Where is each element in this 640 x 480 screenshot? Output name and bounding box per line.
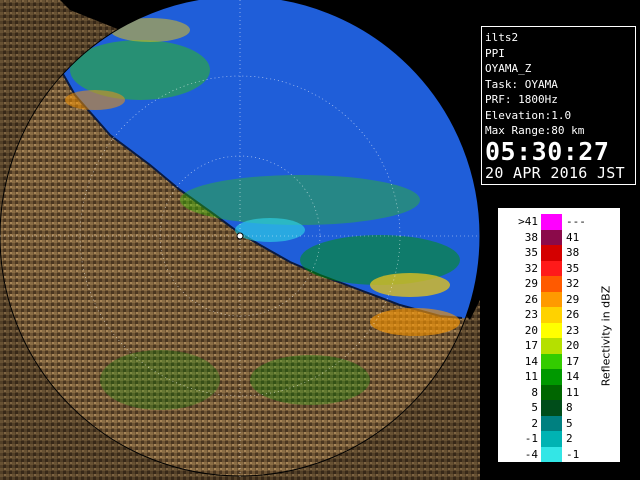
- scan-time: 05:30:27: [485, 136, 610, 166]
- legend-high-label: 35: [566, 261, 580, 275]
- legend-swatch: [541, 229, 562, 245]
- reflectivity-legend: >41 --- 38 41 35 38 32 35 29 32 26 29 23 26 20 23 17 20 14…: [497, 207, 621, 463]
- legend-swatch: [541, 353, 562, 369]
- product-name: ilts2: [485, 31, 519, 44]
- legend-low-label: 8: [531, 385, 538, 399]
- legend-low-label: -4: [524, 447, 538, 461]
- legend-row: >41 ---: [498, 214, 622, 230]
- legend-high-label: 41: [566, 230, 580, 244]
- legend-row: 58: [498, 400, 622, 416]
- legend-high-label: 11: [566, 385, 580, 399]
- scan-type: PPI: [485, 46, 505, 60]
- task-name: Task: OYAMA: [485, 77, 558, 91]
- legend-swatch: [541, 369, 562, 385]
- legend-low-label: 29: [524, 277, 538, 290]
- elevation-value: Elevation:1.0: [485, 108, 572, 122]
- legend-swatch: [541, 338, 562, 354]
- legend-row: 32 35: [498, 260, 622, 276]
- legend-low-label: 17: [524, 339, 538, 352]
- legend-low-label: 20: [524, 323, 538, 337]
- legend-swatch: [541, 415, 562, 431]
- site-name: OYAMA_Z: [485, 62, 532, 75]
- legend-swatch: [541, 276, 562, 292]
- legend-swatch: [541, 260, 562, 276]
- legend-high-label: 8: [566, 401, 573, 414]
- legend-low-label: 2: [531, 416, 538, 430]
- legend-high-label: 2: [566, 432, 573, 445]
- legend-swatch: [541, 245, 562, 261]
- legend-swatch: [541, 307, 562, 323]
- radar-map: [0, 0, 480, 480]
- radar-ppi-display[interactable]: [0, 0, 480, 480]
- legend-row: 25: [498, 415, 622, 431]
- legend-high-label: -1: [566, 447, 580, 461]
- legend-low-label: -1: [524, 432, 538, 445]
- legend-high-label: 29: [566, 292, 580, 306]
- legend-high-label: 20: [566, 339, 580, 352]
- legend-low-label: 14: [524, 354, 538, 368]
- legend-low-label: 32: [524, 261, 538, 275]
- legend-low-label: 23: [524, 308, 538, 321]
- legend-high-label: 32: [566, 277, 580, 290]
- legend-swatch: [541, 384, 562, 400]
- radar-site-icon: [236, 232, 244, 240]
- legend-low-label: 5: [531, 401, 538, 414]
- legend-swatch: [541, 400, 562, 416]
- legend-swatch: [541, 214, 562, 230]
- legend-low-label: >41: [518, 215, 538, 228]
- legend-low-label: 26: [524, 292, 538, 306]
- scan-info-panel: ilts2 PPI OYAMA_Z Task: OYAMA PRF: 1800H…: [481, 26, 636, 185]
- legend-high-label: 17: [566, 354, 580, 368]
- legend-title: Reflectivity in dBZ: [599, 285, 613, 387]
- legend-row: 38 41: [498, 229, 622, 245]
- legend-low-label: 38: [524, 230, 538, 244]
- legend-high-label: ---: [566, 215, 586, 228]
- legend-low-label: 11: [524, 370, 538, 383]
- legend-row: 35 38: [498, 245, 622, 261]
- legend-swatch: [541, 322, 562, 338]
- legend-row: -4 -1: [498, 446, 622, 462]
- legend-row: -1 2: [498, 431, 622, 447]
- scan-date: 20 APR 2016 JST: [485, 163, 625, 182]
- legend-row: 8 11: [498, 384, 622, 400]
- legend-low-label: 35: [524, 246, 538, 259]
- legend-high-label: 38: [566, 246, 580, 259]
- legend-high-label: 26: [566, 308, 580, 321]
- legend-high-label: 14: [566, 370, 580, 383]
- prf-value: PRF: 1800Hz: [485, 93, 558, 106]
- legend-high-label: 5: [566, 416, 573, 430]
- legend-swatch: [541, 291, 562, 307]
- legend-swatch: [541, 446, 562, 462]
- legend-swatch: [541, 431, 562, 447]
- legend-high-label: 23: [566, 323, 580, 337]
